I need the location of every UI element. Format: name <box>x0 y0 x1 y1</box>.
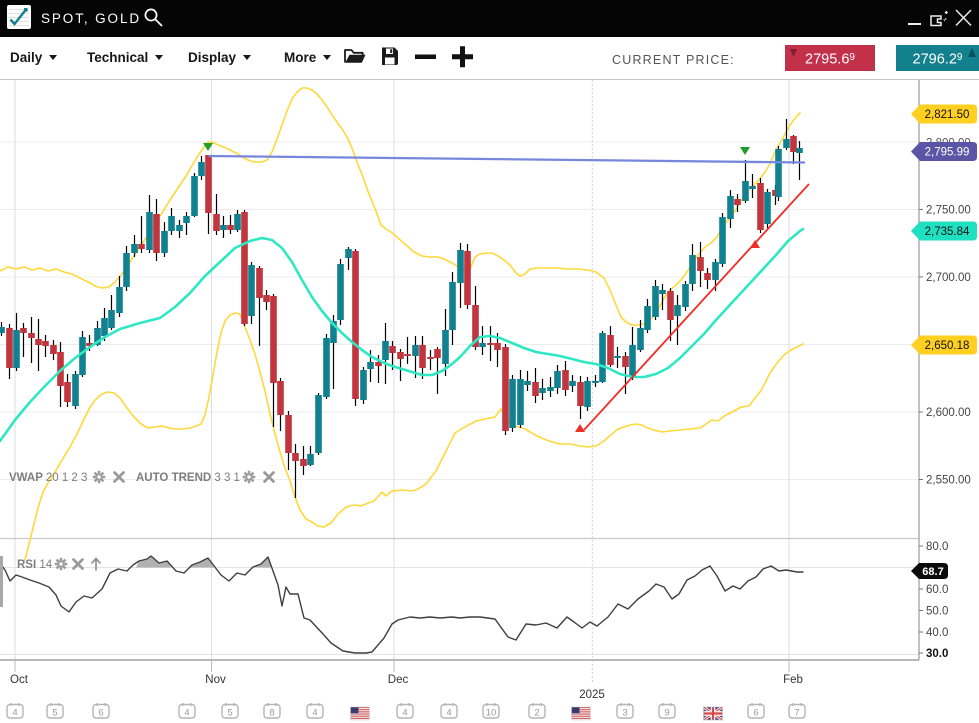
svg-text:2,600.00: 2,600.00 <box>926 407 971 419</box>
svg-text:40.0: 40.0 <box>926 627 948 639</box>
svg-text:Oct: Oct <box>10 674 29 686</box>
svg-text:3: 3 <box>622 708 627 719</box>
svg-text:30.0: 30.0 <box>926 648 948 660</box>
svg-text:4: 4 <box>402 708 407 719</box>
svg-text:2,795.99: 2,795.99 <box>925 147 970 159</box>
svg-text:Feb: Feb <box>783 674 803 686</box>
svg-text:60.0: 60.0 <box>926 584 948 596</box>
svg-text:2025: 2025 <box>579 689 605 701</box>
svg-text:5: 5 <box>227 708 232 719</box>
svg-text:VWAP 20 1 2 3: VWAP 20 1 2 3 <box>9 472 87 484</box>
svg-text:2: 2 <box>534 708 539 719</box>
svg-text:SPOT, GOLD: SPOT, GOLD <box>41 11 141 26</box>
svg-text:4: 4 <box>12 708 17 719</box>
svg-text:2,650.18: 2,650.18 <box>925 340 970 352</box>
svg-text:5: 5 <box>52 708 57 719</box>
svg-text:6: 6 <box>753 708 758 719</box>
svg-text:4: 4 <box>312 708 317 719</box>
svg-text:4: 4 <box>184 708 189 719</box>
svg-text:AUTO TREND 3 3 1: AUTO TREND 3 3 1 <box>136 472 240 484</box>
svg-text:8: 8 <box>269 708 274 719</box>
svg-text:6: 6 <box>98 708 103 719</box>
svg-text:2,750.00: 2,750.00 <box>926 205 971 217</box>
svg-text:RSI 14: RSI 14 <box>17 559 53 571</box>
svg-text:80.0: 80.0 <box>926 541 948 553</box>
svg-text:50.0: 50.0 <box>926 606 948 618</box>
svg-text:9: 9 <box>664 708 669 719</box>
svg-text:68.7: 68.7 <box>922 566 943 578</box>
svg-text:Dec: Dec <box>388 674 409 686</box>
svg-text:10: 10 <box>486 708 497 719</box>
svg-text:7: 7 <box>794 708 799 719</box>
svg-text:4: 4 <box>446 708 451 719</box>
svg-text:2,735.84: 2,735.84 <box>925 226 970 238</box>
svg-text:2,550.00: 2,550.00 <box>926 475 971 487</box>
svg-text:2,700.00: 2,700.00 <box>926 272 971 284</box>
svg-text:Nov: Nov <box>205 674 226 686</box>
svg-text:2,821.50: 2,821.50 <box>925 109 970 121</box>
